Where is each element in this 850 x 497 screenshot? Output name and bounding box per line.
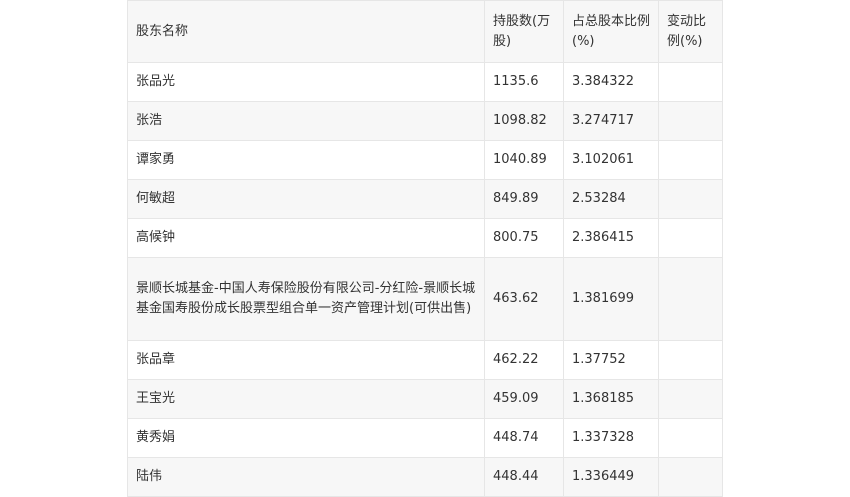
cell-change [658,457,723,497]
cell-shares: 1098.82 [484,101,564,141]
table-row: 谭家勇 1040.89 3.102061 [127,140,723,180]
header-share-ratio: 占总股本比例(%) [563,0,659,63]
cell-ratio: 1.368185 [563,379,659,419]
cell-ratio: 1.336449 [563,457,659,497]
header-shares: 持股数(万股) [484,0,564,63]
cell-name: 张浩 [127,101,485,141]
cell-shares: 448.74 [484,418,564,458]
cell-ratio: 2.386415 [563,218,659,258]
table-row: 张浩 1098.82 3.274717 [127,101,723,141]
table-row: 张品光 1135.6 3.384322 [127,62,723,102]
table-header-row: 股东名称 持股数(万股) 占总股本比例(%) 变动比例(%) [127,0,723,63]
cell-ratio: 2.53284 [563,179,659,219]
cell-name: 谭家勇 [127,140,485,180]
cell-name: 黄秀娟 [127,418,485,458]
header-shareholder-name: 股东名称 [127,0,485,63]
cell-ratio: 1.37752 [563,340,659,380]
cell-shares: 459.09 [484,379,564,419]
cell-name: 高候钟 [127,218,485,258]
cell-ratio: 3.274717 [563,101,659,141]
table-row: 张品章 462.22 1.37752 [127,340,723,380]
cell-name: 张品章 [127,340,485,380]
table-row: 王宝光 459.09 1.368185 [127,379,723,419]
cell-name: 何敏超 [127,179,485,219]
cell-change [658,101,723,141]
table-row: 高候钟 800.75 2.386415 [127,218,723,258]
cell-shares: 463.62 [484,257,564,341]
cell-name: 张品光 [127,62,485,102]
shareholder-table-container: 股东名称 持股数(万股) 占总股本比例(%) 变动比例(%) 张品光 1135.… [127,0,723,497]
shareholder-table: 股东名称 持股数(万股) 占总股本比例(%) 变动比例(%) 张品光 1135.… [127,0,723,497]
cell-change [658,140,723,180]
cell-name: 王宝光 [127,379,485,419]
cell-shares: 1135.6 [484,62,564,102]
table-row: 何敏超 849.89 2.53284 [127,179,723,219]
cell-change [658,179,723,219]
table-row: 陆伟 448.44 1.336449 [127,457,723,497]
table-row: 黄秀娟 448.74 1.337328 [127,418,723,458]
cell-change [658,379,723,419]
header-change-ratio: 变动比例(%) [658,0,723,63]
cell-change [658,340,723,380]
cell-change [658,257,723,341]
cell-ratio: 3.102061 [563,140,659,180]
table-row: 景顺长城基金-中国人寿保险股份有限公司-分红险-景顺长城基金国寿股份成长股票型组… [127,257,723,341]
cell-shares: 448.44 [484,457,564,497]
cell-shares: 1040.89 [484,140,564,180]
cell-shares: 800.75 [484,218,564,258]
cell-ratio: 1.381699 [563,257,659,341]
cell-change [658,62,723,102]
cell-name: 景顺长城基金-中国人寿保险股份有限公司-分红险-景顺长城基金国寿股份成长股票型组… [127,257,485,341]
cell-name: 陆伟 [127,457,485,497]
cell-shares: 849.89 [484,179,564,219]
cell-ratio: 1.337328 [563,418,659,458]
cell-shares: 462.22 [484,340,564,380]
cell-ratio: 3.384322 [563,62,659,102]
cell-change [658,418,723,458]
cell-change [658,218,723,258]
